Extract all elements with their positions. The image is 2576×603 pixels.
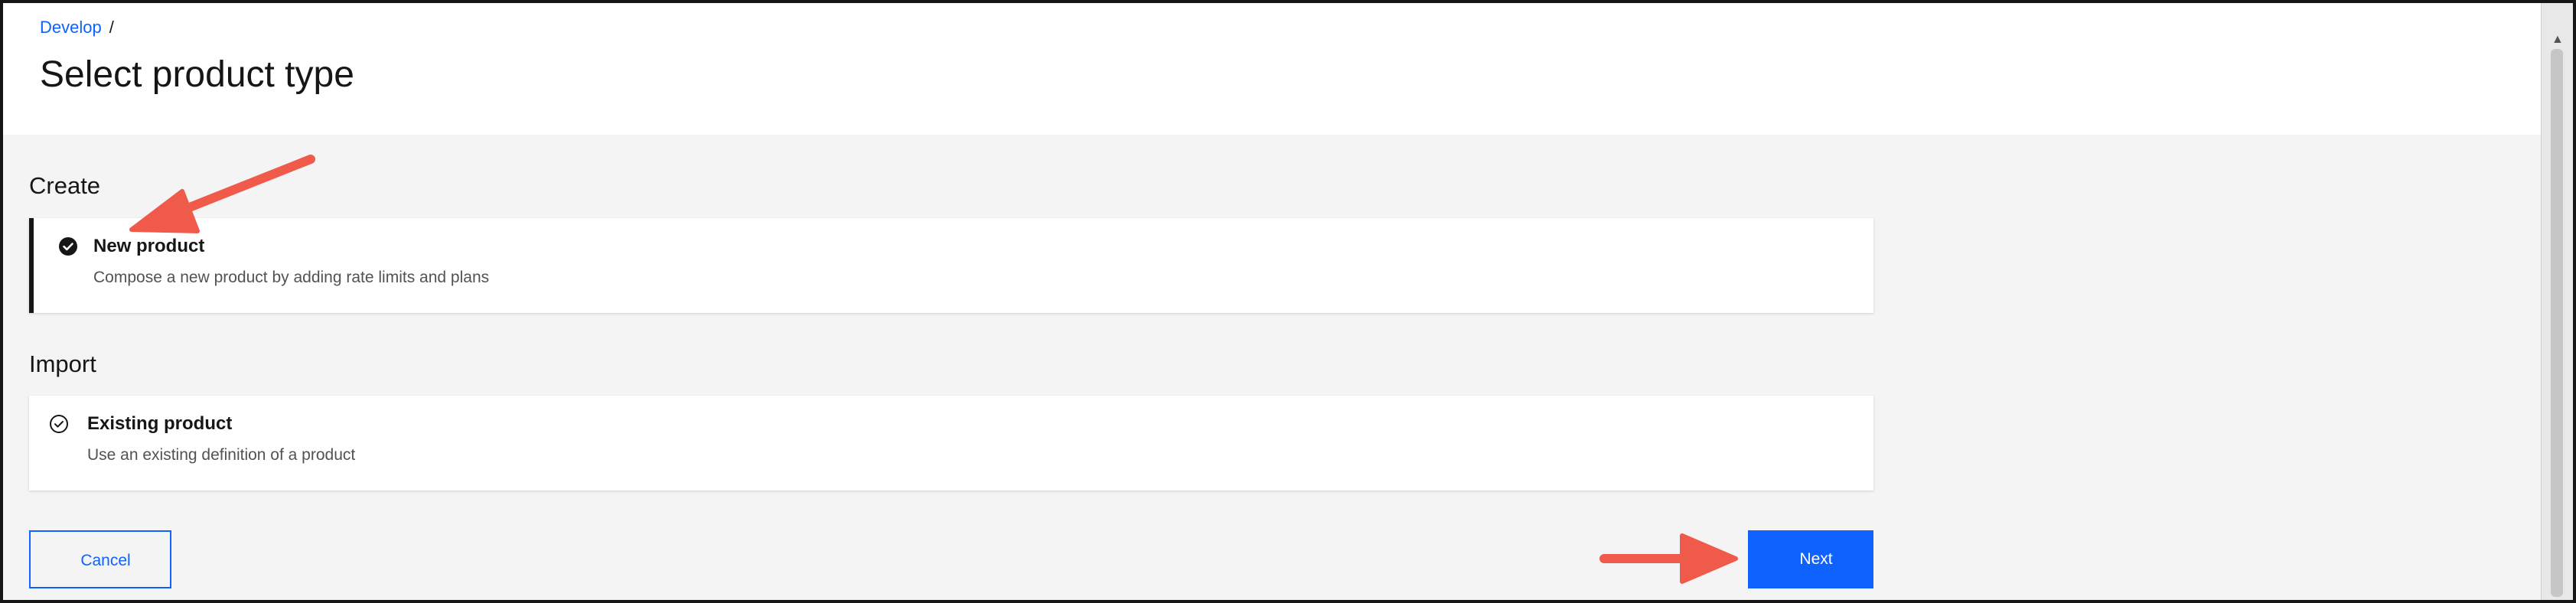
page-header: Develop / Select product type <box>3 3 2541 135</box>
section-heading-create: Create <box>29 172 101 199</box>
scrollbar-thumb[interactable] <box>2551 49 2563 597</box>
section-heading-import: Import <box>29 350 96 377</box>
tile-description: Compose a new product by adding rate lim… <box>93 269 490 286</box>
annotation-arrow-icon <box>1599 533 1738 584</box>
breadcrumb: Develop / <box>40 15 114 40</box>
tile-existing-product[interactable]: Existing product Use an existing definit… <box>29 396 1873 491</box>
checkmark-outline-icon <box>50 415 68 433</box>
breadcrumb-link-develop[interactable]: Develop <box>40 15 102 40</box>
vertical-scrollbar[interactable]: ▲ <box>2541 3 2574 600</box>
tile-title: Existing product <box>87 413 233 434</box>
cancel-button[interactable]: Cancel <box>29 530 171 588</box>
page-title: Select product type <box>40 54 354 95</box>
tile-new-product[interactable]: New product Compose a new product by add… <box>29 218 1873 313</box>
breadcrumb-separator: / <box>109 18 114 37</box>
checkmark-filled-icon <box>59 237 77 256</box>
scroll-up-arrow-icon[interactable]: ▲ <box>2552 34 2564 46</box>
tile-title: New product <box>93 236 205 256</box>
tile-description: Use an existing definition of a product <box>87 446 356 464</box>
next-button[interactable]: Next <box>1748 530 1873 588</box>
